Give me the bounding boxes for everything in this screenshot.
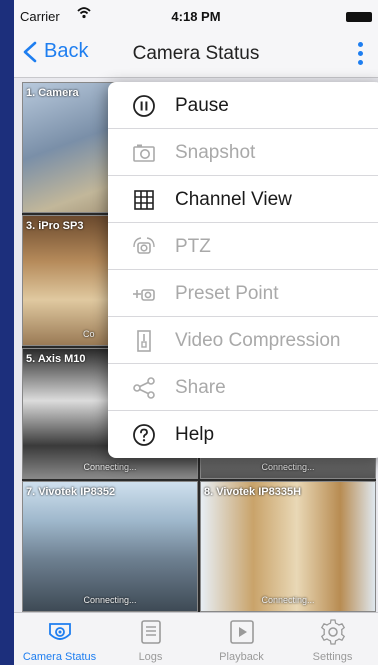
tab-label: Logs: [138, 651, 163, 663]
camera-tile[interactable]: 7. Vivotek IP8352 Connecting...: [22, 481, 198, 612]
menu-item-label: Video Compression: [175, 330, 341, 351]
compression-icon: [137, 330, 151, 352]
logs-icon: [141, 620, 161, 644]
tab-playback[interactable]: Playback: [196, 613, 287, 665]
tab-label: Playback: [219, 651, 264, 663]
ptz-icon: [133, 237, 155, 254]
camera-label: 5. Axis M10: [26, 353, 86, 365]
camera-status: Co: [83, 329, 95, 339]
menu-item-label: Help: [175, 424, 215, 445]
menu-item-pause[interactable]: Pause: [108, 82, 378, 129]
more-options-button[interactable]: [358, 42, 364, 66]
menu-item-help[interactable]: Help: [108, 411, 378, 458]
camera-tile[interactable]: 8. Vivotek IP8335H Connecting...: [200, 481, 376, 612]
preset-point-icon: [133, 289, 155, 301]
tab-label: Settings: [312, 651, 353, 663]
camera-label: 1. Camera: [26, 87, 79, 99]
dot-icon: [358, 60, 363, 65]
camera-status: Connecting...: [83, 595, 137, 605]
camera-icon: [133, 144, 155, 162]
camera-label: 8. Vivotek IP8335H: [204, 486, 302, 498]
menu-item-share[interactable]: Share: [108, 364, 378, 411]
menu-item-label: Pause: [175, 95, 229, 116]
status-bar: Carrier 4:18 PM: [14, 0, 378, 28]
tab-label: Camera Status: [22, 651, 97, 663]
menu-item-label: Share: [175, 377, 226, 398]
tab-logs[interactable]: Logs: [105, 613, 196, 665]
camera-status: Connecting...: [83, 462, 137, 472]
settings-icon: [320, 619, 346, 645]
menu-item-snapshot[interactable]: Snapshot: [108, 129, 378, 176]
tab-settings[interactable]: Settings: [287, 613, 378, 665]
menu-item-channel-view[interactable]: Channel View: [108, 176, 378, 223]
menu-item-label: Snapshot: [175, 142, 256, 163]
camera-status-icon: [49, 623, 71, 640]
menu-item-label: Preset Point: [175, 283, 279, 304]
help-icon: [133, 424, 155, 446]
camera-label: 7. Vivotek IP8352: [26, 486, 116, 498]
playback-icon: [230, 620, 254, 644]
clock: 4:18 PM: [171, 9, 221, 24]
navigation-bar: Back Camera Status: [14, 28, 378, 78]
tab-camera-status[interactable]: Camera Status: [14, 613, 105, 665]
dot-icon: [358, 51, 363, 56]
page-title: Camera Status: [132, 43, 260, 64]
options-menu: Pause Snapshot Channel View PTZ Preset P…: [108, 82, 378, 458]
menu-item-video-compression[interactable]: Video Compression: [108, 317, 378, 364]
pause-icon: [133, 95, 155, 117]
menu-item-label: Channel View: [175, 189, 292, 210]
app-screen: Carrier 4:18 PM Back Camera Status 1. Ca…: [14, 0, 378, 665]
camera-status: Connecting...: [261, 462, 315, 472]
grid-icon: [134, 190, 154, 210]
dot-icon: [358, 42, 363, 47]
share-icon: [133, 377, 155, 399]
menu-item-ptz[interactable]: PTZ: [108, 223, 378, 270]
menu-item-label: PTZ: [175, 236, 211, 257]
tab-bar: Camera Status Logs Playback Settings: [14, 612, 378, 665]
camera-status: Connecting...: [261, 595, 315, 605]
menu-item-preset-point[interactable]: Preset Point: [108, 270, 378, 317]
camera-label: 3. iPro SP3: [26, 220, 84, 232]
battery-icon: [346, 12, 372, 22]
